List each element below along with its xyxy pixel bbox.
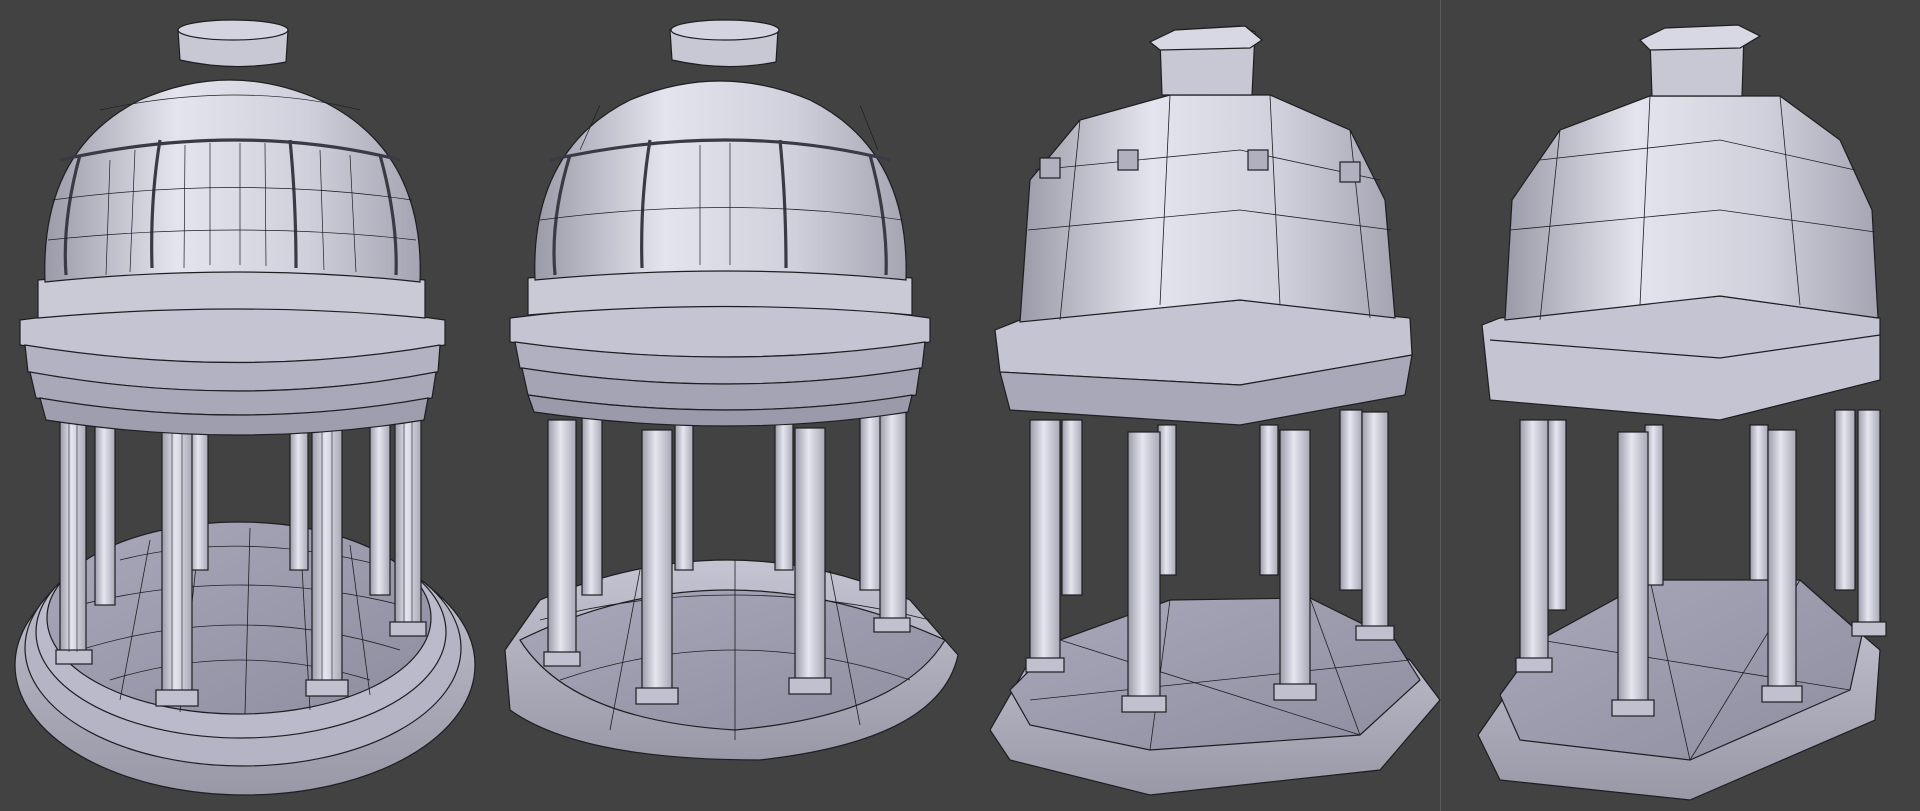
scene-canvas	[14, 19, 1887, 801]
rotunda-model-3[interactable]	[989, 25, 1441, 796]
rotunda-model-2[interactable]	[504, 19, 959, 761]
rotunda-model-1[interactable]	[14, 19, 476, 796]
rotunda-model-4[interactable]	[1477, 24, 1887, 801]
